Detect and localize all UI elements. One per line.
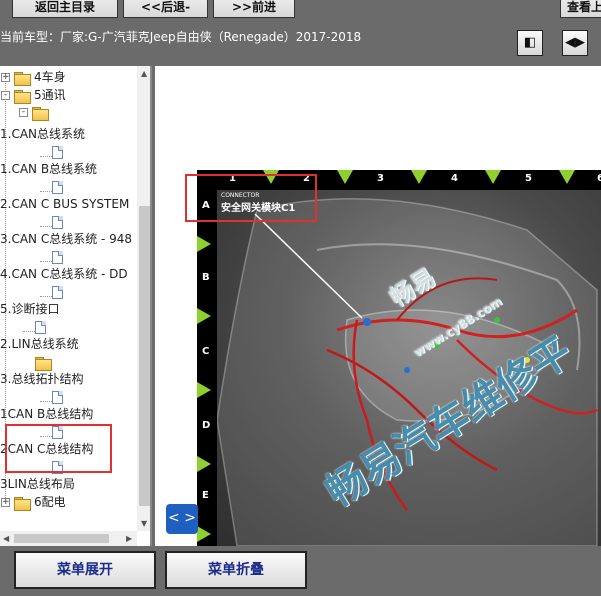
home-button[interactable]: 返回主目录 [12, 0, 118, 18]
hscroll-thumb[interactable] [14, 534, 109, 543]
scroll-left-icon[interactable]: ◀ [3, 534, 9, 543]
folder-icon [14, 72, 31, 86]
tree-connector [40, 401, 52, 402]
row-label: D [202, 420, 211, 431]
row-marker-icon [197, 236, 211, 252]
tree-item-label: 1CAN B总线结构 [0, 407, 94, 421]
forward-button[interactable]: >>前进 [213, 0, 295, 18]
tree-panel: +4车身 -5通讯 -1.CAN总线系统 1.CAN B总线系统 2.CAN C BUS… [0, 66, 152, 546]
collapse-icon[interactable]: - [19, 108, 28, 117]
row-label: E [202, 490, 209, 501]
column-marker-icon [337, 170, 353, 184]
tree-item-label: 4.CAN C总线系统 - DD [0, 267, 128, 281]
folder-icon [14, 497, 31, 511]
view-button[interactable]: 查看上 [560, 0, 601, 18]
tree-item-label: 1.CAN B总线系统 [0, 162, 98, 176]
tree-item-label: 3.总线拓扑结构 [0, 372, 84, 386]
vehicle-info: 当前车型：厂家:G-广汽菲克Jeep自由侠（Renegade）2017-2018 [0, 28, 361, 45]
connector-highlight [185, 174, 317, 222]
folder-icon [14, 90, 31, 104]
page-nav-button[interactable]: < > [166, 504, 198, 534]
wiring-diagram[interactable]: 123456 ABCDE CONNECTOR 安全网关模块C1 畅易汽车维修平 … [197, 170, 601, 546]
document-icon [52, 391, 63, 404]
vehicle-label: 当前车型： [0, 30, 61, 44]
scroll-right-icon[interactable]: ▶ [126, 534, 132, 543]
column-label: 3 [377, 173, 384, 184]
document-icon [52, 286, 63, 299]
column-marker-icon [411, 170, 427, 184]
tree-item-label: 5通讯 [34, 88, 66, 102]
tree-connector [40, 226, 52, 227]
folder-icon [35, 357, 52, 371]
tree-item-label: 6配电 [34, 495, 66, 509]
expand-icon[interactable]: + [1, 73, 10, 82]
document-icon [35, 321, 46, 334]
collapse-menu-button[interactable]: 菜单折叠 [165, 551, 307, 589]
scroll-down-icon[interactable]: ▼ [141, 519, 147, 528]
document-icon [52, 216, 63, 229]
document-icon [52, 181, 63, 194]
column-label: 5 [525, 173, 532, 184]
tree-connector [40, 261, 52, 262]
bottom-bar: 菜单展开 菜单折叠 [0, 546, 601, 596]
row-marker-icon [197, 526, 211, 542]
back-button[interactable]: <<后退- [123, 0, 208, 18]
tree-item-label: 2.CAN C BUS SYSTEM [0, 197, 130, 211]
expand-icon[interactable]: + [1, 498, 10, 507]
tree-connector [40, 296, 52, 297]
top-nav: 返回主目录 <<后退- >>前进 查看上 [0, 0, 601, 22]
tree-connector [23, 331, 35, 332]
selected-item-highlight [5, 424, 112, 473]
scroll-up-icon[interactable]: ▲ [141, 69, 147, 78]
horizontal-scrollbar[interactable]: ◀ ▶ [0, 531, 137, 546]
tree-item-label: 5.诊断接口 [0, 302, 60, 316]
document-icon [52, 251, 63, 264]
scroll-thumb[interactable] [139, 206, 150, 506]
split-view-icon[interactable]: ◀▶ [562, 30, 588, 56]
tree-item-label: 1.CAN总线系统 [0, 127, 86, 141]
diagram-viewer: 123456 ABCDE CONNECTOR 安全网关模块C1 畅易汽车维修平 … [155, 66, 601, 546]
collapse-panel-icon[interactable]: ◧ [517, 30, 543, 56]
vertical-scrollbar[interactable]: ▲ ▼ [137, 66, 150, 531]
column-label: 6 [597, 173, 601, 184]
tree-item-label: 3.CAN C总线系统 - 948 [0, 232, 133, 246]
tree-item-label: 4车身 [34, 70, 66, 84]
row-marker-icon [197, 456, 211, 472]
row-label: B [202, 272, 210, 283]
collapse-icon[interactable]: - [1, 91, 10, 100]
expand-menu-button[interactable]: 菜单展开 [14, 551, 156, 589]
tree-connector [40, 156, 52, 157]
tree-item-label: 2.LIN总线系统 [0, 337, 79, 351]
row-marker-icon [197, 382, 211, 398]
tree-item-label: 3LIN总线布局 [0, 477, 75, 491]
vehicle-value: 厂家:G-广汽菲克Jeep自由侠（Renegade）2017-2018 [60, 30, 362, 44]
column-marker-icon [485, 170, 501, 184]
row-label: C [202, 346, 210, 357]
app-window: 返回主目录 <<后退- >>前进 查看上 当前车型：厂家:G-广汽菲克Jeep自… [0, 0, 601, 596]
document-icon [52, 146, 63, 159]
tree-connector [40, 191, 52, 192]
folder-icon [32, 107, 49, 121]
vehicle-info-bar: 当前车型：厂家:G-广汽菲克Jeep自由侠（Renegade）2017-2018 [0, 22, 601, 66]
column-label: 4 [451, 173, 458, 184]
row-marker-icon [197, 308, 211, 324]
column-marker-icon [559, 170, 575, 184]
